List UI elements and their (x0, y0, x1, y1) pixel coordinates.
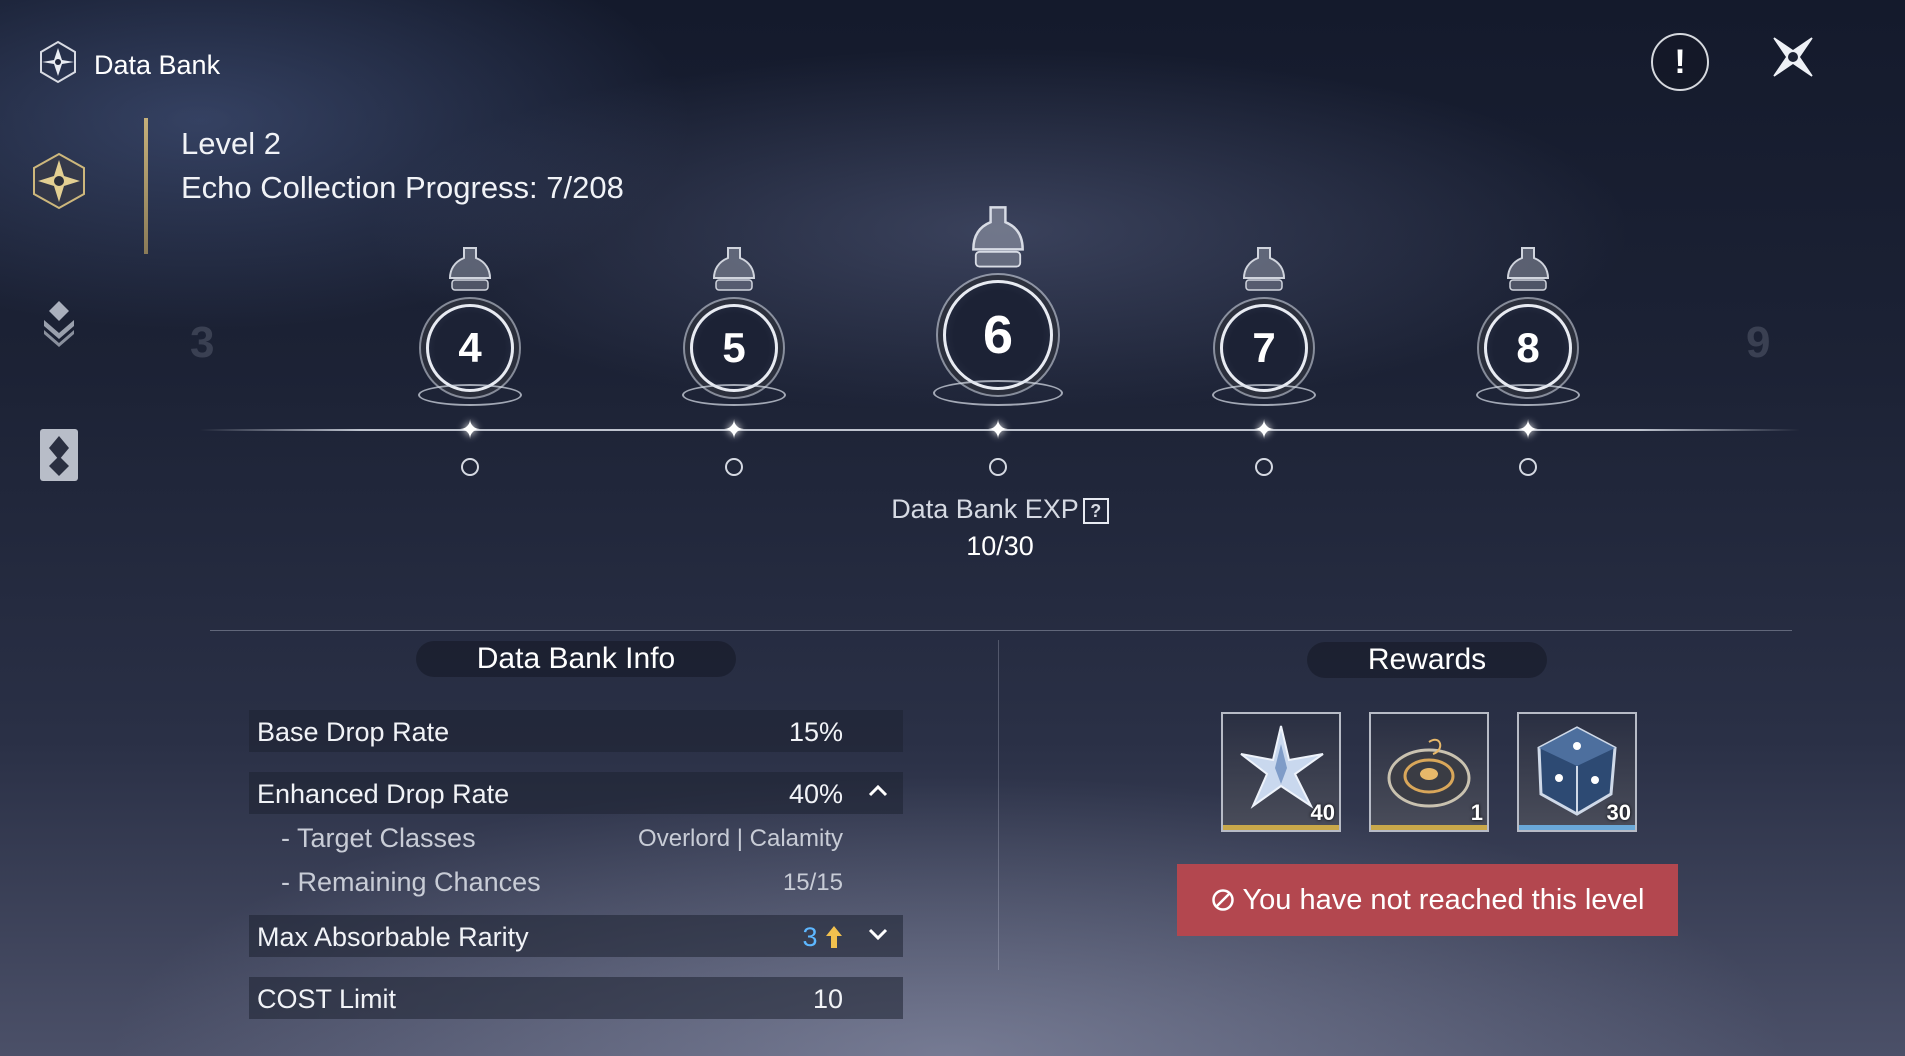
exp-value: 10/30 (966, 531, 1034, 561)
node-marker (1255, 458, 1273, 476)
exp-label-text: Data Bank EXP (891, 494, 1079, 524)
node-marker (1519, 458, 1537, 476)
node-marker (725, 458, 743, 476)
column-divider (998, 640, 999, 970)
level-node-8[interactable]: 8 ✦ (1458, 220, 1598, 480)
row-value: 15/15 (782, 869, 843, 896)
sparkle-icon: ✦ (459, 414, 481, 445)
flask-icon (1242, 247, 1286, 291)
level-node-ghost-prev: 3 (190, 318, 215, 367)
info-row-base-drop-rate: Base Drop Rate 15% (249, 710, 903, 752)
level-node-ghost-next: 9 (1746, 318, 1771, 367)
warning-text: You have not reached this level (1242, 883, 1645, 916)
row-label: Enhanced Drop Rate (257, 779, 510, 809)
reward-item-crystal[interactable]: 40 (1221, 712, 1341, 832)
row-value: 10 (812, 984, 843, 1014)
row-value: 3 (802, 922, 843, 953)
node-marker (461, 458, 479, 476)
arrow-up-icon (826, 926, 842, 948)
level-node-number: 6 (943, 280, 1053, 390)
layers-icon (44, 301, 74, 347)
row-value: 40% (788, 779, 843, 809)
level-node-number: 5 (690, 304, 778, 392)
node-pedestal (682, 384, 786, 406)
sparkle-icon: ✦ (723, 414, 745, 445)
flask-icon (972, 206, 1024, 268)
level-node-5[interactable]: 5 ✦ (664, 220, 804, 480)
reward-item-tuner[interactable]: 1 (1369, 712, 1489, 832)
echo-progress-label: Echo Collection Progress: 7/208 (181, 170, 624, 205)
info-row-max-absorbable-rarity[interactable]: Max Absorbable Rarity 3 (249, 915, 903, 957)
compass-star-icon (33, 152, 85, 210)
rarity-value: 3 (802, 922, 818, 952)
row-label: Base Drop Rate (257, 717, 450, 747)
sidebar-tab-cards[interactable] (28, 424, 90, 486)
card-icon (40, 429, 78, 481)
node-marker (989, 458, 1007, 476)
sparkle-icon: ✦ (987, 414, 1009, 445)
info-row-remaining-chances: - Remaining Chances 15/15 (249, 860, 903, 902)
level-node-7[interactable]: 7 ✦ (1194, 220, 1334, 480)
node-pedestal (933, 380, 1063, 406)
row-label: - Target Classes (281, 823, 476, 853)
sparkle-icon: ✦ (1517, 414, 1539, 445)
level-node-number: 7 (1220, 304, 1308, 392)
sparkle-icon: ✦ (1253, 414, 1275, 445)
sidebar-tab-layers[interactable] (28, 292, 90, 354)
chevron-down-icon[interactable] (865, 921, 891, 947)
level-node-4[interactable]: 4 ✦ (400, 220, 540, 480)
info-row-target-classes: - Target Classes Overlord | Calamity (249, 816, 903, 858)
node-pedestal (1476, 384, 1580, 406)
prohibited-icon (1211, 889, 1234, 911)
page-title: Data Bank (94, 50, 221, 80)
info-section-title: Data Bank Info (416, 641, 736, 677)
close-x-icon (1771, 35, 1815, 79)
reward-quantity: 1 (1470, 800, 1483, 825)
rewards-section-title: Rewards (1307, 642, 1547, 678)
row-label: - Remaining Chances (281, 867, 541, 897)
exp-label: Data Bank EXP? (840, 494, 1160, 525)
row-label: COST Limit (257, 984, 397, 1014)
info-row-enhanced-drop-rate[interactable]: Enhanced Drop Rate 40% (249, 772, 903, 814)
flask-icon (1506, 247, 1550, 291)
close-button[interactable] (1766, 30, 1820, 84)
row-value: 15% (788, 717, 843, 747)
level-node-6-selected[interactable]: 6 ✦ (928, 200, 1068, 476)
exclamation-icon: ! (1674, 42, 1686, 81)
node-pedestal (1212, 384, 1316, 406)
reward-quantity: 30 (1606, 800, 1631, 825)
reward-quantity: 40 (1310, 800, 1335, 825)
level-node-number: 8 (1484, 304, 1572, 392)
row-value: Overlord | Calamity (638, 825, 843, 852)
reward-item-core[interactable]: 30 (1517, 712, 1637, 832)
section-divider (210, 630, 1792, 631)
node-pedestal (418, 384, 522, 406)
sidebar-tab-data-bank[interactable] (28, 150, 90, 212)
level-locked-banner: You have not reached this level (1177, 864, 1678, 936)
data-bank-logo-icon (40, 40, 76, 84)
rarity-band (1371, 825, 1487, 830)
tuner-disc-icon (1387, 738, 1471, 808)
info-button[interactable]: ! (1651, 33, 1709, 91)
info-row-cost-limit: COST Limit 10 (249, 977, 903, 1019)
row-label: Max Absorbable Rarity (257, 922, 529, 952)
flask-icon (712, 247, 756, 291)
level-node-number: 4 (426, 304, 514, 392)
flask-icon (448, 247, 492, 291)
level-label: Level 2 (181, 126, 281, 161)
help-icon[interactable]: ? (1082, 497, 1109, 524)
level-accent-bar (144, 118, 148, 254)
chevron-up-icon[interactable] (865, 778, 891, 804)
